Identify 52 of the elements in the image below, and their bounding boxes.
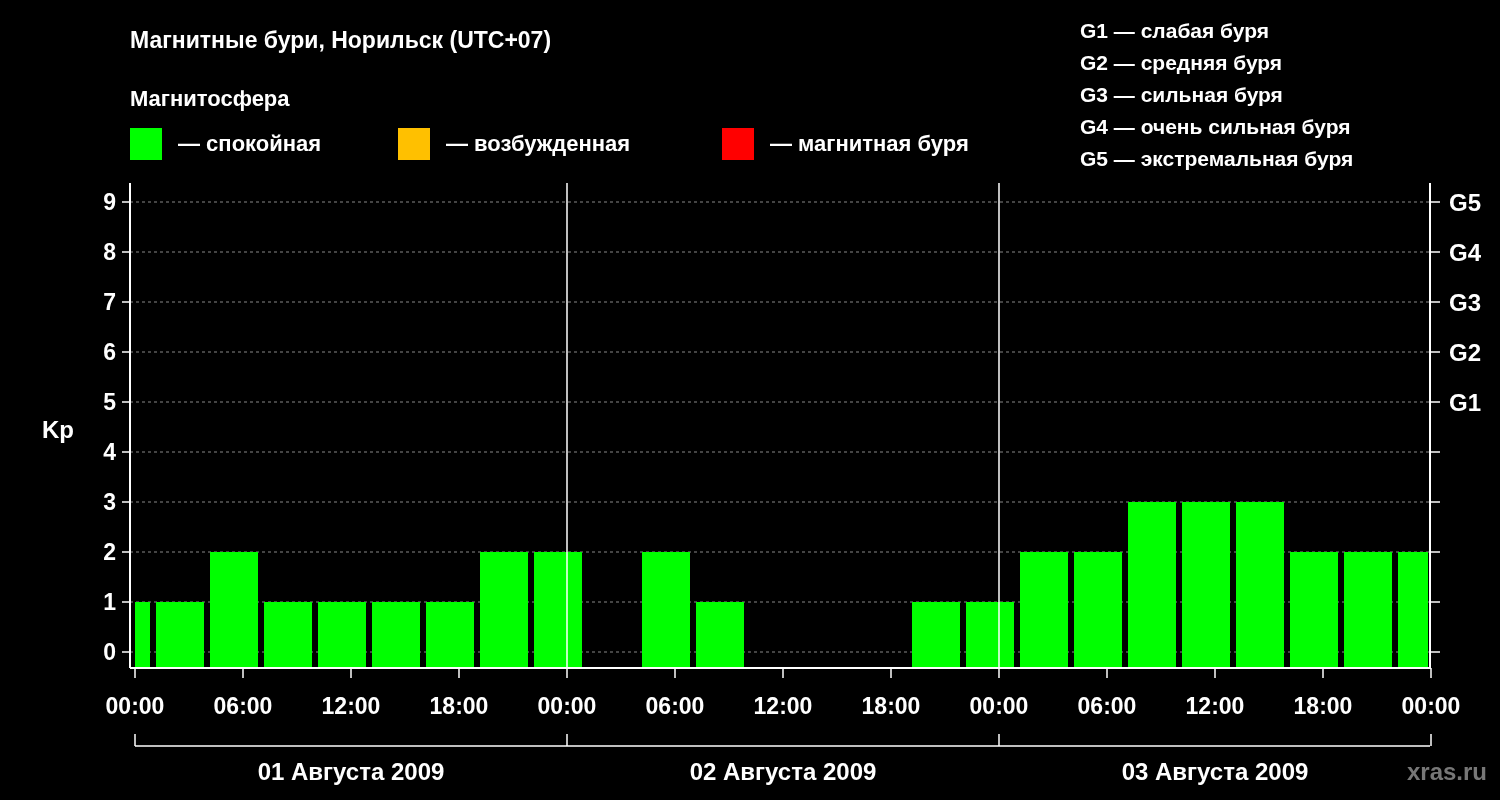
x-tick-label: 00:00 — [969, 693, 1029, 719]
kp-bar — [156, 602, 204, 668]
storm-scale-entry: G1 — слабая буря — [1080, 18, 1271, 44]
legend-label: — возбужденная — [446, 131, 631, 157]
storm-level-label: G1 — [1449, 389, 1481, 416]
date-label: 02 Августа 2009 — [689, 758, 877, 785]
chart-title: Магнитные бури, Норильск (UTC+07) — [130, 27, 552, 54]
y-tick-label: 5 — [103, 389, 116, 415]
kp-bar — [264, 602, 312, 668]
x-tick-label: 06:00 — [645, 693, 705, 719]
y-tick-label: 8 — [103, 239, 116, 265]
y-tick-label: 4 — [103, 439, 116, 465]
kp-bar — [966, 602, 1014, 668]
legend-label: — магнитная буря — [770, 131, 969, 157]
legend-label: — спокойная — [178, 131, 322, 157]
y-tick-label: 7 — [103, 289, 116, 315]
y-tick-label: 3 — [103, 489, 116, 515]
x-tick-label: 18:00 — [1293, 693, 1353, 719]
date-label: 03 Августа 2009 — [1121, 758, 1309, 785]
storm-scale-entry: G4 — очень сильная буря — [1080, 114, 1352, 140]
y-axis-label: Kp — [42, 416, 74, 443]
storm-scale-entry: G3 — сильная буря — [1080, 82, 1284, 108]
y-tick-label: 9 — [103, 189, 116, 215]
kp-bar — [372, 602, 420, 668]
x-tick-label: 06:00 — [1077, 693, 1137, 719]
source-label: xras.ru — [1406, 758, 1487, 785]
y-tick-label: 0 — [103, 639, 116, 665]
kp-bar — [912, 602, 960, 668]
kp-bar — [696, 602, 744, 668]
x-tick-label: 06:00 — [213, 693, 273, 719]
legend-title: Магнитосфера — [130, 86, 290, 112]
y-tick-label: 6 — [103, 339, 116, 365]
x-tick-label: 18:00 — [861, 693, 921, 719]
x-tick-label: 00:00 — [537, 693, 597, 719]
x-tick-label: 12:00 — [1185, 693, 1245, 719]
storm-scale-entry: G2 — средняя буря — [1080, 50, 1284, 76]
x-tick-label: 12:00 — [753, 693, 813, 719]
date-label: 01 Августа 2009 — [257, 758, 445, 785]
storm-level-label: G2 — [1449, 339, 1481, 366]
storm-level-label: G5 — [1449, 189, 1481, 216]
y-tick-label: 2 — [103, 539, 116, 565]
y-tick-label: 1 — [103, 589, 116, 615]
kp-bar — [135, 602, 150, 668]
storm-level-label: G3 — [1449, 289, 1481, 316]
x-tick-label: 12:00 — [321, 693, 381, 719]
kp-bar — [426, 602, 474, 668]
x-tick-label: 18:00 — [429, 693, 489, 719]
storm-scale-entry: G5 — экстремальная буря — [1080, 146, 1354, 172]
kp-bar — [318, 602, 366, 668]
storm-level-label: G4 — [1449, 239, 1481, 266]
x-tick-label: 00:00 — [105, 693, 165, 719]
x-tick-label: 00:00 — [1401, 693, 1461, 719]
